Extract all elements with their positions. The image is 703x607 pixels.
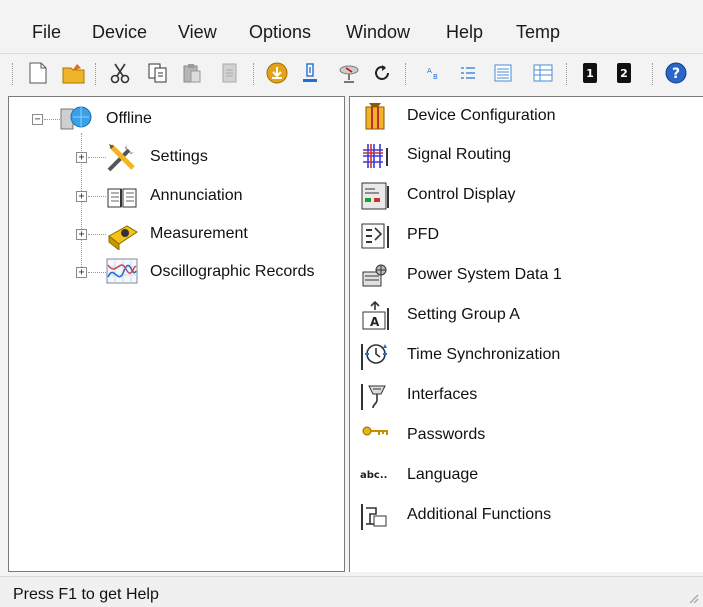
list-item-additional-functions[interactable]: Additional Functions (350, 498, 700, 534)
list-item-label: Device Configuration (407, 107, 556, 124)
new-file-icon[interactable] (26, 60, 50, 86)
help-icon[interactable]: ? (664, 60, 688, 86)
language-icon-text: abc.. (360, 470, 387, 481)
list-item-signal-routing[interactable]: Signal Routing (350, 138, 700, 174)
toolbar-separator (566, 63, 567, 85)
device-2-icon[interactable]: 2 (612, 60, 636, 86)
list-item-label: Power System Data 1 (407, 266, 562, 283)
svg-text:B: B (433, 73, 438, 81)
device-tree[interactable]: − Offline + Settings + Annunciation + Me… (8, 96, 345, 572)
toolbar-separator (652, 63, 653, 85)
list-item-label: Setting Group A (407, 306, 520, 323)
device-upload-icon[interactable] (298, 60, 322, 86)
tree-node-offline[interactable]: Offline (106, 110, 152, 128)
cut-icon[interactable] (108, 60, 132, 86)
list-item-pfd[interactable]: PFD (350, 218, 700, 254)
toolbar: AB 1 2 ? (0, 54, 703, 94)
device-1-badge: 1 (586, 67, 594, 80)
tree-node-oscillographic-records[interactable]: Oscillographic Records (150, 263, 315, 281)
toolbar-grip (12, 63, 13, 85)
tree-node-label: Oscillographic Records (150, 263, 315, 280)
list-item-device-configuration[interactable]: Device Configuration (350, 99, 700, 135)
list-item-interfaces[interactable]: Interfaces (350, 378, 700, 414)
setting-group-icon: A (359, 300, 391, 332)
open-folder-icon[interactable] (62, 60, 86, 86)
tree-expand-toggle[interactable]: + (76, 267, 87, 278)
details-view-icon[interactable] (491, 60, 515, 86)
power-system-data-icon (359, 260, 391, 292)
grid-view-icon[interactable] (531, 60, 555, 86)
list-item-label: Signal Routing (407, 146, 512, 163)
toolbar-separator (253, 63, 254, 85)
toolbar-separator (405, 63, 406, 85)
resize-grip-icon[interactable] (687, 591, 699, 604)
pfd-icon (359, 220, 391, 252)
menu-file[interactable]: File (30, 22, 63, 43)
list-item-label: Control Display (407, 186, 516, 203)
tree-expand-toggle[interactable]: + (76, 191, 87, 202)
menu-device[interactable]: Device (90, 22, 149, 43)
toolbar-separator (95, 63, 96, 85)
list-item-label: Language (407, 466, 479, 483)
list-item-passwords[interactable]: Passwords (350, 418, 700, 454)
paste-icon[interactable] (180, 60, 204, 86)
oscillographic-records-icon (105, 255, 138, 287)
download-icon[interactable] (265, 60, 289, 86)
device-2-badge: 2 (620, 67, 628, 80)
status-text: Press F1 to get Help (13, 586, 159, 603)
measurement-tape-icon (105, 218, 138, 252)
tree-node-annunciation[interactable]: Annunciation (150, 187, 243, 205)
annunciation-book-icon (105, 181, 137, 213)
list-item-time-synchronization[interactable]: Time Synchronization (350, 338, 700, 374)
list-item-power-system-data-1[interactable]: Power System Data 1 (350, 258, 700, 294)
list-item-language[interactable]: abc.. Language (350, 458, 700, 494)
help-glyph: ? (672, 66, 680, 82)
tree-node-label: Offline (106, 110, 152, 127)
list-item-label: Interfaces (407, 386, 478, 403)
tree-collapse-toggle[interactable]: − (32, 114, 43, 125)
svg-text:A: A (427, 67, 432, 75)
offline-device-icon (59, 103, 92, 135)
list-item-control-display[interactable]: Control Display (350, 178, 700, 214)
list-view-icon[interactable] (456, 60, 480, 86)
document-icon[interactable] (218, 60, 242, 86)
list-item-label: Passwords (407, 426, 486, 443)
small-icons-icon[interactable]: AB (422, 60, 446, 86)
tree-node-label: Settings (150, 148, 208, 165)
refresh-icon[interactable] (370, 60, 394, 86)
settings-tools-icon (105, 140, 137, 172)
menu-window[interactable]: Window (344, 22, 412, 43)
list-item-label: PFD (407, 226, 439, 243)
interfaces-icon (359, 380, 391, 412)
signal-routing-icon (359, 140, 391, 172)
device-configuration-icon (359, 101, 391, 133)
copy-icon[interactable] (146, 60, 170, 86)
passwords-key-icon (359, 420, 391, 452)
status-bar: Press F1 to get Help (0, 576, 703, 607)
device-1-icon[interactable]: 1 (578, 60, 602, 86)
tree-expand-toggle[interactable]: + (76, 152, 87, 163)
control-display-icon (359, 180, 391, 212)
menu-options[interactable]: Options (247, 22, 313, 43)
function-list[interactable]: Device Configuration Signal Routing Cont… (349, 96, 703, 572)
menu-temp[interactable]: Temp (514, 22, 562, 43)
tree-node-label: Annunciation (150, 187, 243, 204)
tree-expand-toggle[interactable]: + (76, 229, 87, 240)
time-synchronization-icon (359, 340, 391, 372)
list-item-label: Time Synchronization (407, 346, 561, 363)
menu-view[interactable]: View (176, 22, 219, 43)
list-item-setting-group-a[interactable]: A Setting Group A (350, 298, 700, 334)
additional-functions-icon (359, 500, 391, 532)
list-item-label: Additional Functions (407, 506, 552, 523)
tree-node-measurement[interactable]: Measurement (150, 225, 248, 243)
tree-node-label: Measurement (150, 225, 248, 242)
menu-bar: File Device View Options Window Help Tem… (0, 0, 703, 54)
tree-node-settings[interactable]: Settings (150, 148, 208, 166)
language-icon: abc.. (359, 460, 391, 492)
menu-help[interactable]: Help (444, 22, 485, 43)
connect-icon[interactable] (337, 60, 361, 86)
svg-text:A: A (370, 315, 380, 329)
